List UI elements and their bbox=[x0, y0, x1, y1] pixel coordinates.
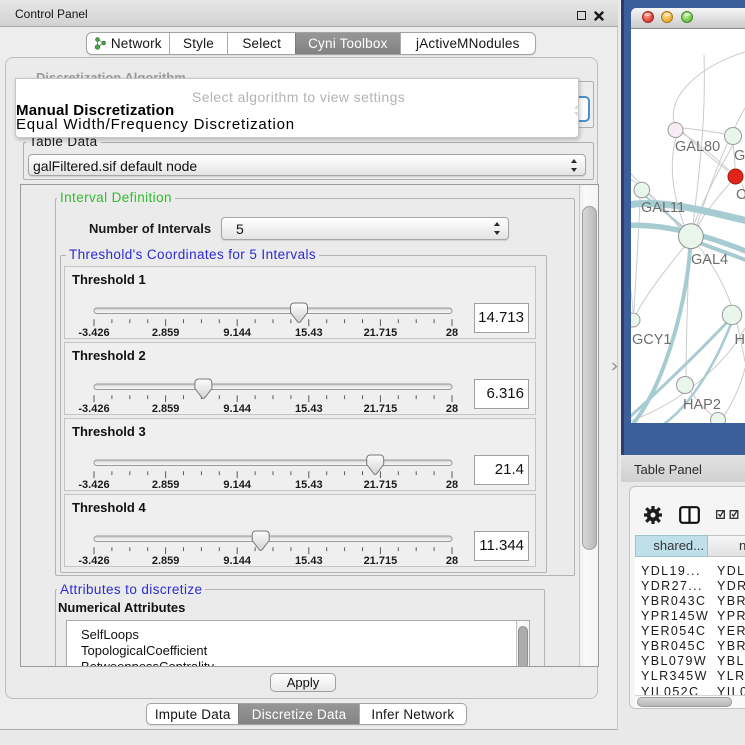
svg-text:-3.426: -3.426 bbox=[78, 327, 109, 339]
svg-text:9.144: 9.144 bbox=[223, 403, 251, 415]
svg-text:28: 28 bbox=[446, 479, 458, 491]
svg-text:21.715: 21.715 bbox=[364, 403, 398, 415]
svg-text:2.859: 2.859 bbox=[152, 555, 180, 567]
svg-text:9.144: 9.144 bbox=[223, 479, 251, 491]
svg-text:H: H bbox=[735, 332, 745, 348]
svg-text:9.144: 9.144 bbox=[223, 327, 251, 339]
svg-text:15.43: 15.43 bbox=[295, 327, 323, 339]
svg-text:-3.426: -3.426 bbox=[78, 555, 109, 567]
svg-text:GCY1: GCY1 bbox=[632, 332, 672, 348]
svg-text:21.715: 21.715 bbox=[364, 479, 398, 491]
svg-text:28: 28 bbox=[446, 403, 458, 415]
svg-text:15.43: 15.43 bbox=[295, 555, 323, 567]
svg-text:-3.426: -3.426 bbox=[78, 479, 109, 491]
svg-text:GA: GA bbox=[734, 148, 745, 164]
svg-text:-3.426: -3.426 bbox=[78, 403, 109, 415]
svg-text:GAL80: GAL80 bbox=[675, 139, 720, 155]
svg-text:2.859: 2.859 bbox=[152, 479, 180, 491]
svg-text:21.715: 21.715 bbox=[364, 327, 398, 339]
svg-text:2.859: 2.859 bbox=[152, 327, 180, 339]
svg-text:GAL11: GAL11 bbox=[641, 200, 685, 216]
svg-text:28: 28 bbox=[446, 555, 458, 567]
svg-text:GAL4: GAL4 bbox=[691, 252, 728, 268]
svg-text:HAP2: HAP2 bbox=[683, 397, 721, 413]
svg-text:C: C bbox=[736, 187, 745, 203]
svg-text:2.859: 2.859 bbox=[152, 403, 180, 415]
svg-text:15.43: 15.43 bbox=[295, 479, 323, 491]
svg-text:9.144: 9.144 bbox=[223, 555, 251, 567]
svg-text:15.43: 15.43 bbox=[295, 403, 323, 415]
svg-text:28: 28 bbox=[446, 327, 458, 339]
svg-text:21.715: 21.715 bbox=[364, 555, 398, 567]
